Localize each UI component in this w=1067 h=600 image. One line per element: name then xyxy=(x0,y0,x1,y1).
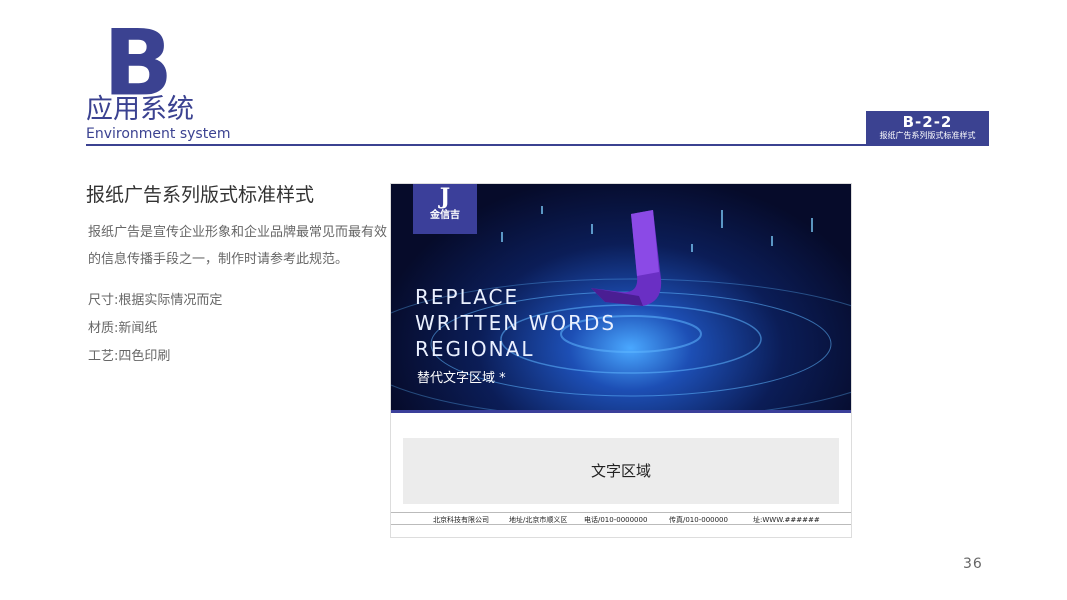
section-code-badge: B-2-2 报纸广告系列版式标准样式 xyxy=(866,111,989,144)
footer-phone: 电话/010-0000000 xyxy=(584,516,648,524)
ad-headline: REPLACE WRITTEN WORDS REGIONAL xyxy=(415,284,616,362)
headline-line: REGIONAL xyxy=(415,337,535,361)
ad-accent-bar xyxy=(391,410,851,413)
footer-company: 北京科技有限公司 xyxy=(433,516,489,524)
footer-website: 址:WWW.###### xyxy=(753,516,820,524)
spec-process: 工艺:四色印刷 xyxy=(88,349,171,364)
section-code: B-2-2 xyxy=(902,113,953,131)
logo-name: 金信吉 xyxy=(430,210,460,221)
footer-divider xyxy=(391,512,851,513)
section-title: 报纸广告系列版式标准样式 xyxy=(86,184,315,206)
newspaper-ad-sample: J 金信吉 REPLACE WRITTEN WORDS REGIONAL 替代文… xyxy=(390,183,852,538)
page-number: 36 xyxy=(963,556,983,572)
headline-line: REPLACE xyxy=(415,285,520,309)
headline-line: WRITTEN WORDS xyxy=(415,311,617,335)
footer-fax: 传真/010-000000 xyxy=(669,516,728,524)
ad-subtitle: 替代文字区域 * xyxy=(417,371,506,386)
section-code-subtitle: 报纸广告系列版式标准样式 xyxy=(879,131,976,140)
footer-address: 地址/北京市顺义区 xyxy=(509,516,568,524)
ad-text-area: 文字区域 xyxy=(403,438,839,504)
ad-hero-image: J 金信吉 REPLACE WRITTEN WORDS REGIONAL 替代文… xyxy=(391,184,851,412)
spec-size: 尺寸:根据实际情况而定 xyxy=(88,293,223,308)
page-subtitle: Environment system xyxy=(86,126,231,142)
section-description: 报纸广告是宣传企业形象和企业品牌最常见而最有效的信息传播手段之一，制作时请参考此… xyxy=(88,225,388,267)
spec-material: 材质:新闻纸 xyxy=(88,321,158,336)
logo-mark: J xyxy=(439,184,451,210)
header-divider xyxy=(86,144,989,146)
page-title: 应用系统 xyxy=(86,94,194,126)
brand-logo: J 金信吉 xyxy=(413,184,477,234)
